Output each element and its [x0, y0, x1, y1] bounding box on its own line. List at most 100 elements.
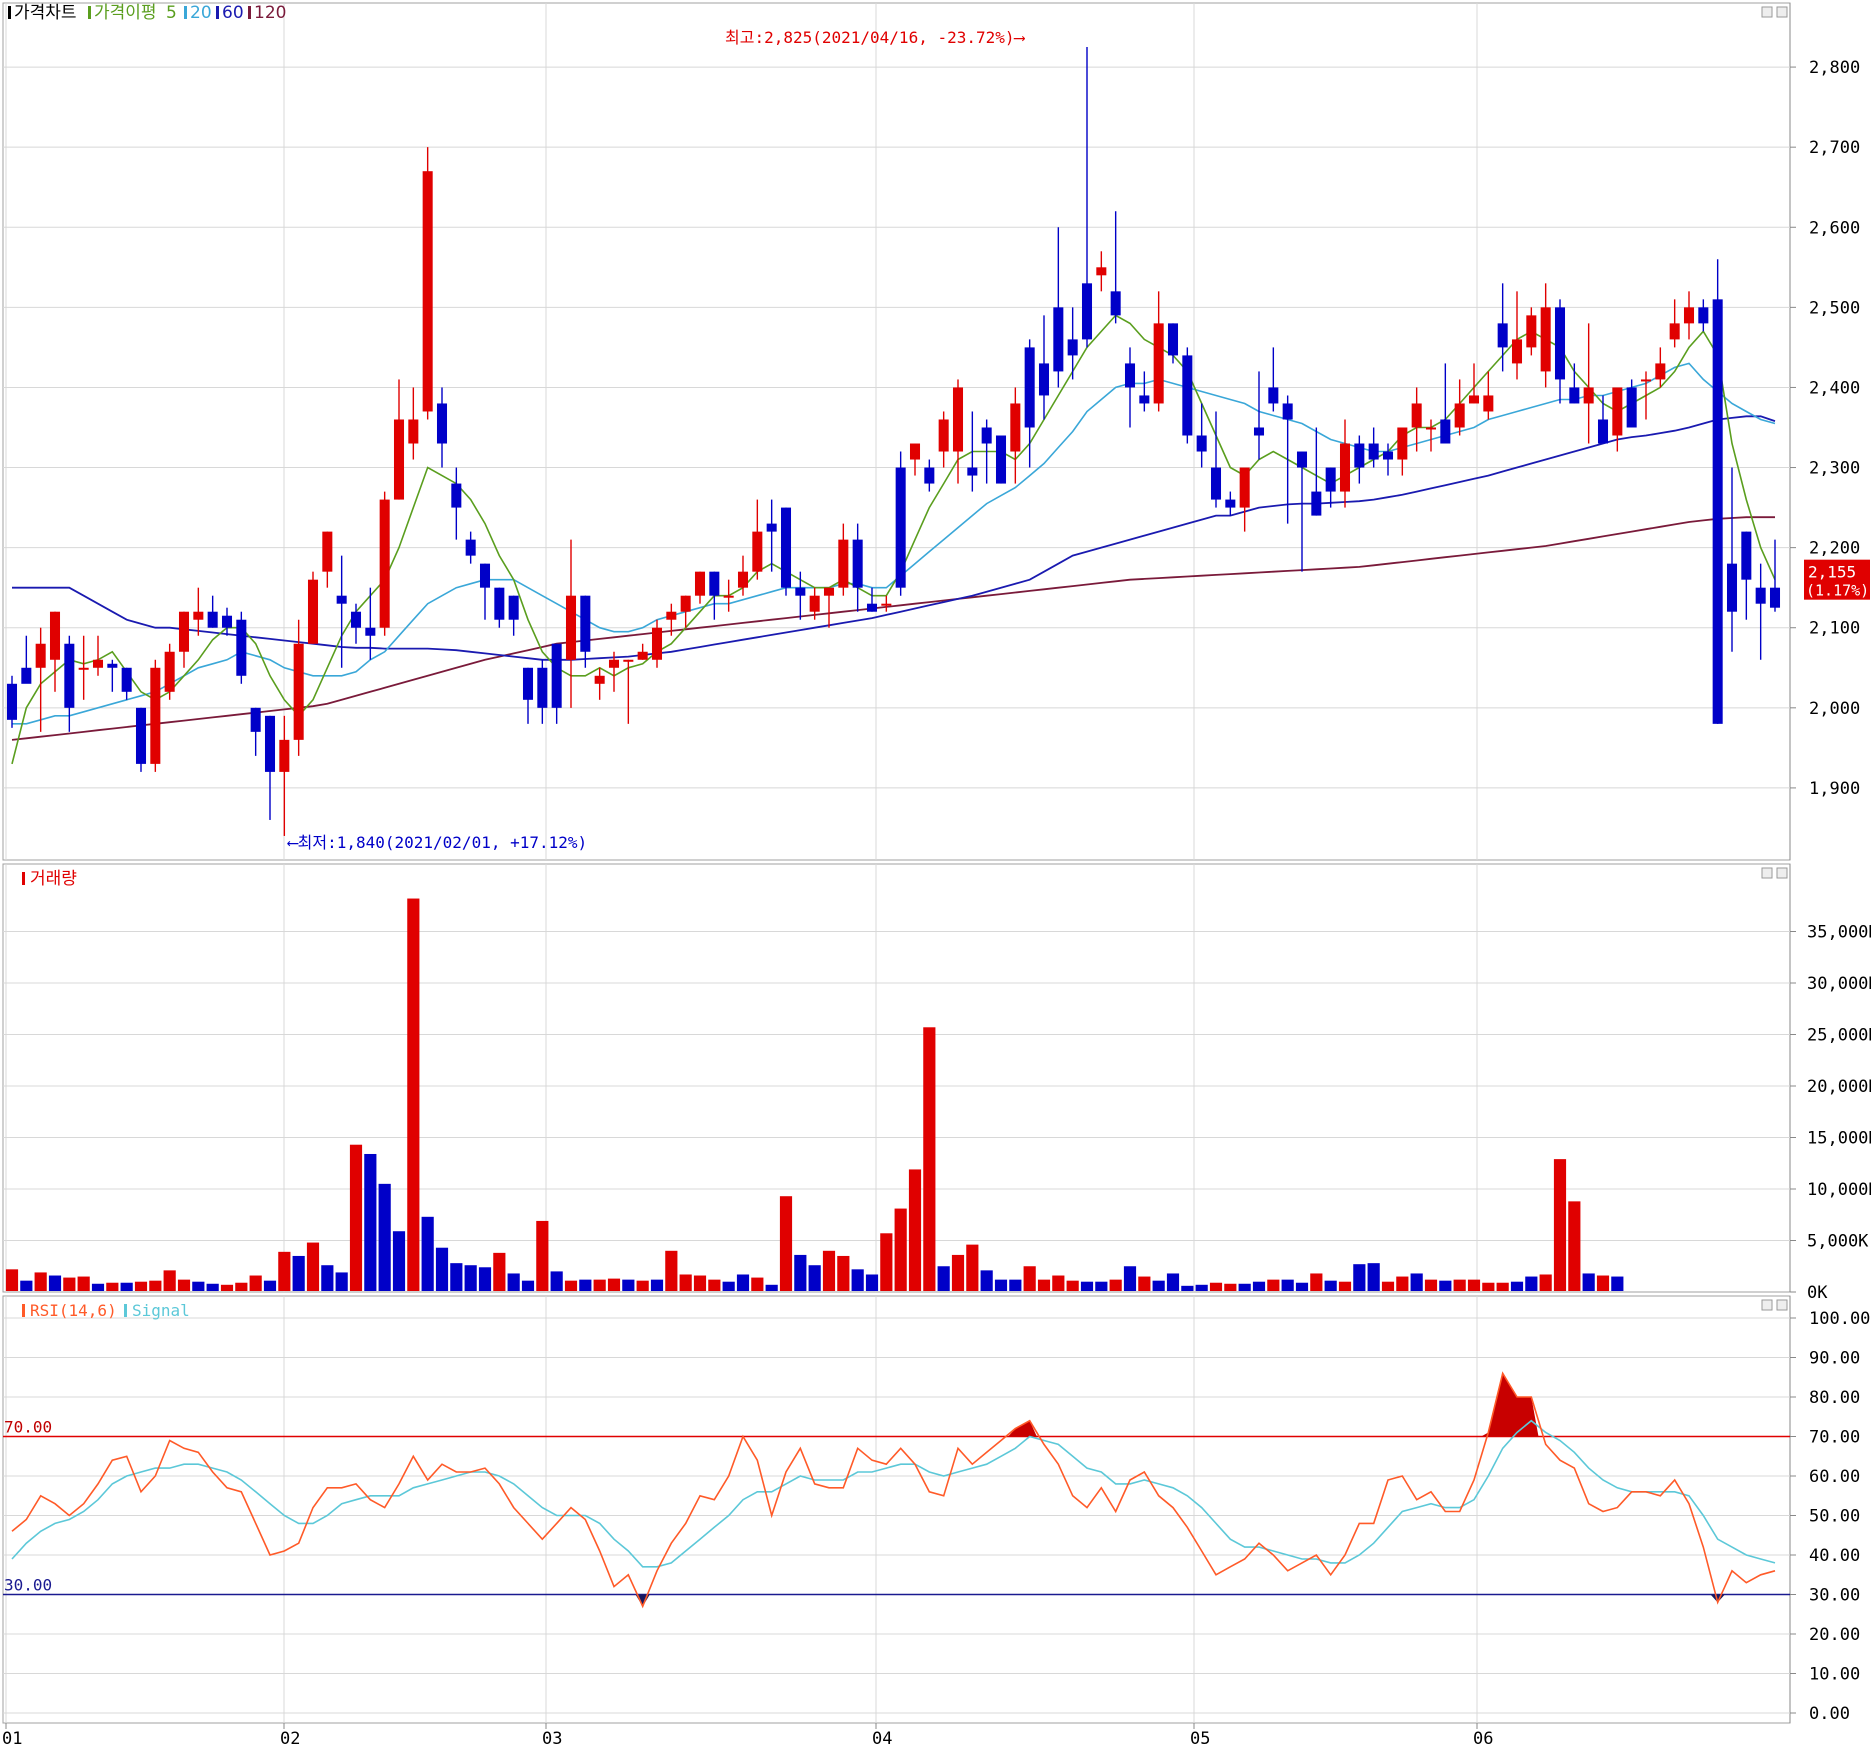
signal-legend-label: Signal — [132, 1301, 190, 1320]
volume-bar — [579, 1279, 592, 1291]
volume-bar — [880, 1233, 893, 1291]
x-tick-label: 05 — [1190, 1729, 1210, 1749]
candle-body — [264, 715, 276, 772]
volume-bar — [34, 1272, 47, 1291]
volume-bar — [1267, 1279, 1280, 1291]
candle-body — [1296, 451, 1308, 468]
x-tick-label: 01 — [2, 1729, 22, 1749]
volume-bar — [1023, 1266, 1036, 1291]
volume-bar — [765, 1284, 778, 1291]
volume-bar — [249, 1275, 262, 1291]
volume-bar — [1138, 1276, 1151, 1291]
close-icon[interactable] — [1776, 6, 1788, 18]
legend-price-chart-label: 가격차트 — [14, 3, 77, 23]
volume-bar — [335, 1272, 348, 1291]
volume-bar — [1281, 1279, 1294, 1291]
candle-body — [551, 643, 562, 708]
price-tick-label: 2,400 — [1809, 378, 1860, 398]
rsi-tick-label: 90.00 — [1809, 1349, 1860, 1369]
candle-body — [422, 171, 433, 412]
volume-bar — [1009, 1279, 1022, 1291]
volume-bar — [779, 1196, 793, 1291]
candle-body — [1382, 451, 1394, 460]
volume-bar — [1353, 1264, 1366, 1291]
candle-body — [1210, 467, 1222, 500]
candle-body — [1311, 491, 1322, 516]
volume-bar — [220, 1284, 234, 1291]
candle-body — [995, 435, 1007, 484]
candle-body — [623, 659, 634, 662]
volume-bar — [794, 1254, 807, 1291]
volume-bar — [1238, 1283, 1251, 1291]
candle-body — [279, 739, 290, 772]
candle-body — [1124, 363, 1136, 388]
volume-legend-label: 거래량 — [30, 869, 77, 889]
minimize-icon[interactable] — [1761, 1299, 1773, 1311]
volume-bar — [120, 1282, 133, 1291]
volume-bar — [77, 1276, 90, 1291]
close-icon[interactable] — [1776, 867, 1788, 879]
candle-body — [795, 587, 806, 596]
legend-ma-marker — [88, 6, 91, 19]
volume-bar — [1080, 1281, 1094, 1291]
close-icon[interactable] — [1776, 1299, 1788, 1311]
minimize-icon[interactable] — [1761, 867, 1773, 879]
rsi-legend-label: RSI(14,6) — [30, 1301, 117, 1320]
volume-bar — [1467, 1279, 1481, 1291]
candle-body — [451, 483, 462, 508]
candle — [150, 659, 161, 772]
candle-body — [336, 595, 347, 604]
volume-bar — [507, 1273, 520, 1291]
volume-bar — [1324, 1280, 1337, 1291]
x-tick-label: 02 — [280, 1729, 300, 1749]
volume-bar — [1596, 1275, 1610, 1291]
volume-bar — [536, 1220, 549, 1291]
candle-body — [866, 603, 878, 612]
volume-bar — [808, 1265, 821, 1291]
candle-body — [1741, 531, 1752, 580]
candle-body — [508, 595, 519, 620]
price-tick-label: 2,200 — [1809, 539, 1860, 559]
volume-bar — [1396, 1276, 1409, 1291]
volume-bar — [521, 1280, 535, 1291]
candle — [307, 571, 319, 644]
candle-body — [1038, 363, 1050, 396]
volume-bar — [1611, 1276, 1624, 1291]
volume-bar — [1553, 1159, 1567, 1291]
volume-bar — [306, 1242, 320, 1291]
volume-bar — [292, 1255, 305, 1291]
volume-bar — [751, 1277, 764, 1291]
legend-ma120-marker — [248, 6, 251, 19]
volume-bar — [837, 1255, 850, 1291]
candle-body — [207, 611, 218, 628]
candle-body — [1483, 395, 1494, 412]
volume-bar — [192, 1281, 205, 1291]
volume-bar — [364, 1153, 377, 1291]
minimize-icon[interactable] — [1761, 6, 1773, 18]
volume-bar — [1510, 1281, 1524, 1291]
candle-body — [1683, 307, 1695, 324]
candle — [236, 611, 247, 684]
volume-bar — [407, 898, 420, 1291]
candle-body — [838, 539, 849, 588]
volume-bar — [20, 1280, 33, 1291]
candle-body — [565, 595, 577, 660]
volume-bar — [980, 1270, 993, 1291]
candle-body — [881, 603, 892, 606]
volume-bar — [1123, 1266, 1137, 1291]
volume-bar — [1410, 1273, 1423, 1291]
legend-ma20-label: 20 — [190, 3, 212, 23]
volume-bar — [966, 1244, 979, 1291]
candle-body — [236, 619, 247, 676]
candle-body — [1239, 467, 1250, 508]
rsi-tick-label: 70.00 — [1809, 1428, 1860, 1448]
volume-bar — [1109, 1279, 1122, 1291]
volume-bar — [177, 1279, 191, 1291]
volume-bar — [1166, 1273, 1180, 1291]
candle-body — [350, 611, 362, 628]
panel-frame-3 — [2, 1295, 1791, 1724]
volume-bar — [134, 1281, 148, 1291]
candle-body — [250, 707, 261, 732]
volume-bar — [1181, 1285, 1194, 1291]
volume-bar — [1052, 1275, 1065, 1291]
